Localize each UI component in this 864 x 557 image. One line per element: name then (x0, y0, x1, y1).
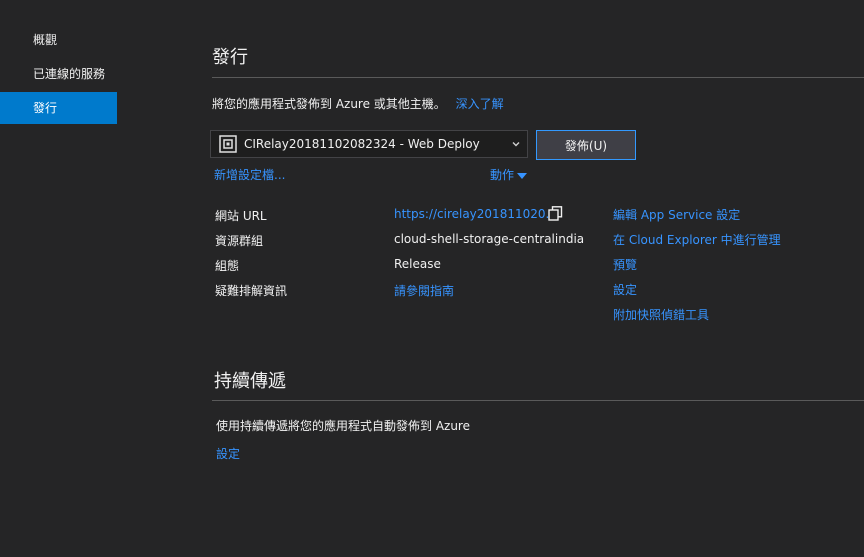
site-url-link[interactable]: https://cirelay201811020... (394, 207, 557, 221)
caret-down-icon (517, 172, 528, 179)
cloud-explorer-link[interactable]: 在 Cloud Explorer 中進行管理 (613, 231, 781, 248)
publish-profile-icon (219, 135, 237, 153)
publish-profile-value: CIRelay20181102082324 - Web Deploy (244, 137, 480, 151)
preview-link[interactable]: 預覽 (613, 256, 637, 273)
continuous-delivery-settings-link[interactable]: 設定 (216, 445, 240, 462)
edit-app-service-link[interactable]: 編輯 App Service 設定 (613, 206, 740, 223)
continuous-delivery-divider (212, 400, 864, 401)
actions-label: 動作 (490, 168, 515, 182)
publish-description-line: 將您的應用程式發佈到 Azure 或其他主機。 深入了解 (212, 95, 504, 112)
sidebar-item-overview[interactable]: 概觀 (0, 24, 117, 56)
new-profile-link[interactable]: 新增設定檔... (214, 166, 285, 183)
continuous-delivery-description: 使用持續傳遞將您的應用程式自動發佈到 Azure (216, 419, 470, 433)
resource-group-value: cloud-shell-storage-centralindia (394, 232, 585, 246)
publish-divider (212, 77, 864, 78)
publish-title: 發行 (212, 47, 248, 68)
publish-button[interactable]: 發佈(U) (536, 130, 636, 160)
publish-profile-dropdown[interactable]: CIRelay20181102082324 - Web Deploy (210, 130, 528, 158)
site-url-label: 網站 URL (215, 209, 267, 223)
copy-icon[interactable] (548, 206, 563, 221)
sidebar-item-publish[interactable]: 發行 (0, 92, 117, 124)
configuration-value: Release (394, 257, 441, 271)
attach-snapshot-debugger-link[interactable]: 附加快照偵錯工具 (613, 306, 709, 323)
continuous-delivery-title: 持續傳遞 (214, 371, 286, 392)
sidebar: 概觀 已連線的服務 發行 (0, 24, 117, 126)
troubleshooting-guide-link[interactable]: 請參閱指南 (394, 282, 454, 299)
main-content: 發行 將您的應用程式發佈到 Azure 或其他主機。 深入了解 CIRelay2… (210, 0, 864, 557)
sidebar-item-connected-services[interactable]: 已連線的服務 (0, 58, 117, 90)
resource-group-label: 資源群組 (215, 234, 264, 248)
settings-link[interactable]: 設定 (613, 281, 637, 298)
configuration-label: 組態 (215, 259, 240, 273)
learn-more-link[interactable]: 深入了解 (456, 97, 504, 111)
publish-description: 將您的應用程式發佈到 Azure 或其他主機。 (212, 97, 446, 111)
actions-menu[interactable]: 動作 (490, 166, 528, 183)
chevron-down-icon (512, 142, 520, 147)
troubleshooting-label: 疑難排解資訊 (215, 284, 288, 298)
